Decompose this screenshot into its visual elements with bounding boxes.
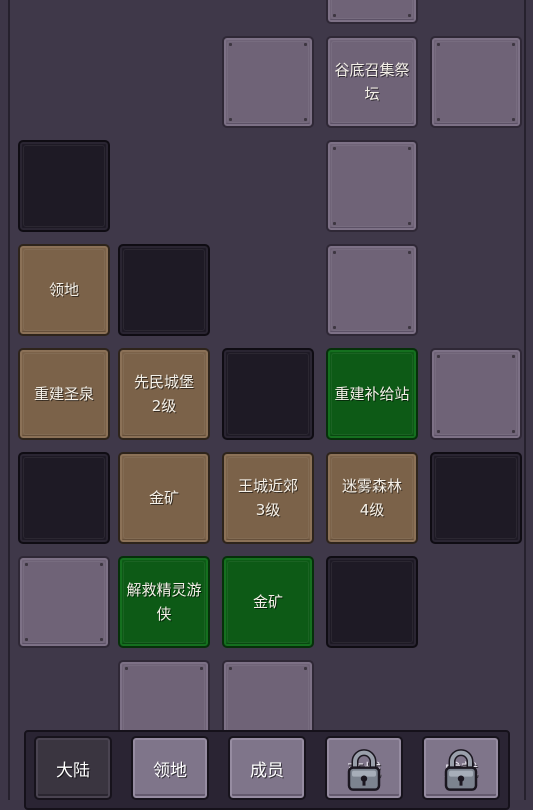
map-tile-unexplored — [326, 556, 418, 648]
nav-members-label: 成员 — [250, 760, 284, 781]
nav-locked-button-1[interactable]: 商城 — [325, 736, 403, 800]
map-tile-fog[interactable] — [430, 36, 522, 128]
map-tile-unexplored — [18, 140, 110, 232]
nav-locked-button-2[interactable]: 成就 — [422, 736, 500, 800]
lock-icon — [347, 749, 381, 791]
map-tile-unexplored — [222, 348, 314, 440]
map-tile-gold-mine[interactable]: 金矿 — [222, 556, 314, 648]
map-tile-gold-mine[interactable]: 金矿 — [118, 452, 210, 544]
map-tile-fog[interactable] — [326, 0, 418, 24]
nav-territory-button[interactable]: 领地 — [131, 736, 209, 800]
nav-territory-label: 领地 — [153, 760, 187, 781]
map-tile-fog[interactable] — [18, 556, 110, 648]
map-tile-rescue-elf-ranger[interactable]: 解救精灵游 侠 — [118, 556, 210, 648]
map-tile-fog[interactable] — [222, 36, 314, 128]
map-tile-valley-summoning-altar[interactable]: 谷底召集祭 坛 — [326, 36, 418, 128]
map-tile-fog[interactable] — [326, 244, 418, 336]
map-tile-royal-outskirts[interactable]: 王城近郊 3级 — [222, 452, 314, 544]
nav-continent-label: 大陆 — [56, 760, 90, 781]
map-tile-unexplored — [118, 244, 210, 336]
map-tile-misty-forest[interactable]: 迷雾森林 4级 — [326, 452, 418, 544]
lock-icon — [444, 749, 478, 791]
map-tile-fog[interactable] — [430, 348, 522, 440]
map-tile-rebuild-holy-spring[interactable]: 重建圣泉 — [18, 348, 110, 440]
map-tile-fog[interactable] — [326, 140, 418, 232]
map-tile-rebuild-supply-station[interactable]: 重建补给站 — [326, 348, 418, 440]
nav-members-button[interactable]: 成员 — [228, 736, 306, 800]
nav-continent-button[interactable]: 大陆 — [34, 736, 112, 800]
map-tile-unexplored — [430, 452, 522, 544]
map-tile-unexplored — [18, 452, 110, 544]
map-tile-ancestor-castle[interactable]: 先民城堡 2级 — [118, 348, 210, 440]
map-tile-territory[interactable]: 领地 — [18, 244, 110, 336]
